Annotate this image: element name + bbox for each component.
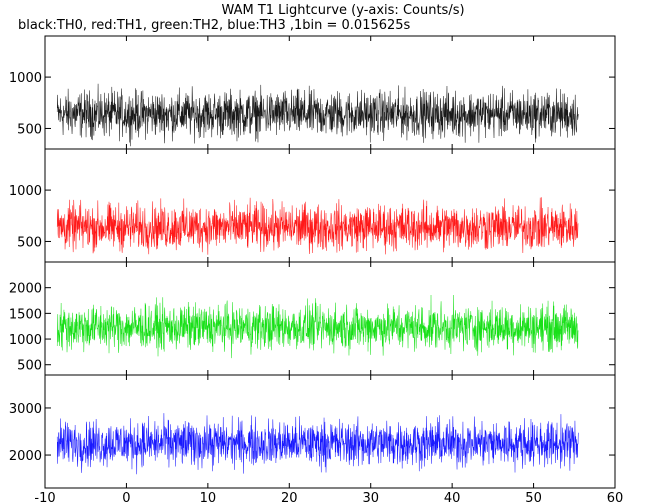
panels-group: 500 1000 500 1000 500 1000 1500 2000 2000 3000	[9, 35, 616, 489]
lightcurve-figure: WAM T1 Lightcurve (y-axis: Counts/s) bla…	[9, 3, 623, 504]
y-tick-label: 1000	[9, 333, 42, 348]
panel-th0: 500 1000	[9, 35, 616, 150]
y-tick-label: 500	[17, 122, 42, 137]
x-tick-label: 30	[362, 491, 379, 504]
series-line-th2	[56, 294, 579, 359]
x-tick-label: 0	[122, 491, 130, 504]
y-tick-label: 1000	[9, 184, 42, 199]
panel-th1: 500 1000	[9, 148, 616, 263]
x-axis: -10 0 10 20 30 40 50 60	[34, 491, 623, 504]
x-tick-label: 60	[607, 491, 624, 504]
x-tick-label: -10	[34, 491, 55, 504]
series-line-th0	[56, 83, 579, 147]
panel-th3: 2000 3000	[9, 374, 616, 489]
panel-th2: 500 1000 1500 2000	[9, 261, 616, 376]
series-line-th1	[56, 197, 579, 255]
y-tick-label: 2000	[9, 282, 42, 297]
y-tick-label: 1000	[9, 71, 42, 86]
series-line-th3	[56, 413, 579, 475]
y-tick-label: 500	[17, 235, 42, 250]
y-tick-label: 3000	[9, 402, 42, 417]
x-tick-label: 50	[525, 491, 542, 504]
x-tick-label: 40	[444, 491, 461, 504]
y-tick-label: 2000	[9, 449, 42, 464]
y-tick-label: 1500	[9, 307, 42, 322]
x-tick-label: 20	[281, 491, 298, 504]
x-tick-label: 10	[200, 491, 217, 504]
chart-subtitle: black:TH0, red:TH1, green:TH2, blue:TH3 …	[18, 18, 411, 33]
chart-title: WAM T1 Lightcurve (y-axis: Counts/s)	[221, 3, 464, 18]
y-tick-label: 500	[17, 359, 42, 374]
